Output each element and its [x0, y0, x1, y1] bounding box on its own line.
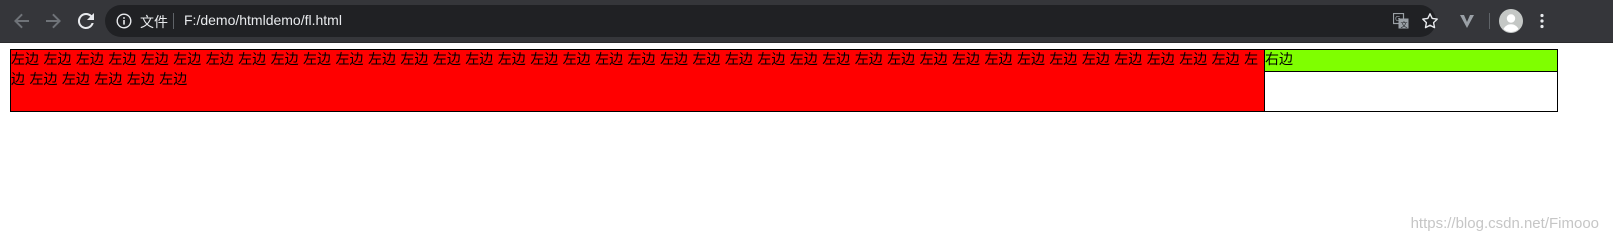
- profile-avatar[interactable]: [1499, 9, 1523, 33]
- info-icon[interactable]: [116, 13, 132, 29]
- reload-button[interactable]: [74, 9, 98, 33]
- address-bar[interactable]: 文件 F:/demo/htmldemo/fl.html G 文: [105, 5, 1439, 37]
- reload-icon: [77, 12, 94, 29]
- svg-text:文: 文: [1401, 20, 1408, 29]
- arrow-right-icon: [46, 13, 61, 29]
- bookmark-star-icon[interactable]: [1421, 12, 1439, 30]
- translate-icon[interactable]: G 文: [1393, 13, 1409, 29]
- right-float-box: 右边: [1265, 50, 1557, 72]
- person-icon: [1499, 9, 1523, 33]
- toolbar-divider: [1489, 13, 1490, 29]
- left-float-box: 左边 左边 左边 左边 左边 左边 左边 左边 左边 左边 左边 左边 左边 左…: [11, 50, 1265, 111]
- browser-toolbar: 文件 F:/demo/htmldemo/fl.html G 文: [0, 0, 1613, 43]
- url-text[interactable]: F:/demo/htmldemo/fl.html: [184, 12, 342, 28]
- forward-button[interactable]: [41, 9, 65, 33]
- extension-v-icon: [1460, 15, 1474, 28]
- menu-button[interactable]: [1530, 9, 1554, 33]
- float-container: 左边 左边 左边 左边 左边 左边 左边 左边 左边 左边 左边 左边 左边 左…: [10, 49, 1558, 112]
- extension-button[interactable]: [1455, 9, 1479, 33]
- arrow-left-icon: [14, 13, 29, 29]
- more-vert-icon: [1540, 13, 1544, 29]
- back-button[interactable]: [10, 9, 34, 33]
- omnibox-divider: [173, 13, 174, 29]
- watermark-text: https://blog.csdn.net/Fimooo: [1410, 215, 1599, 232]
- site-info-label[interactable]: 文件: [140, 12, 168, 32]
